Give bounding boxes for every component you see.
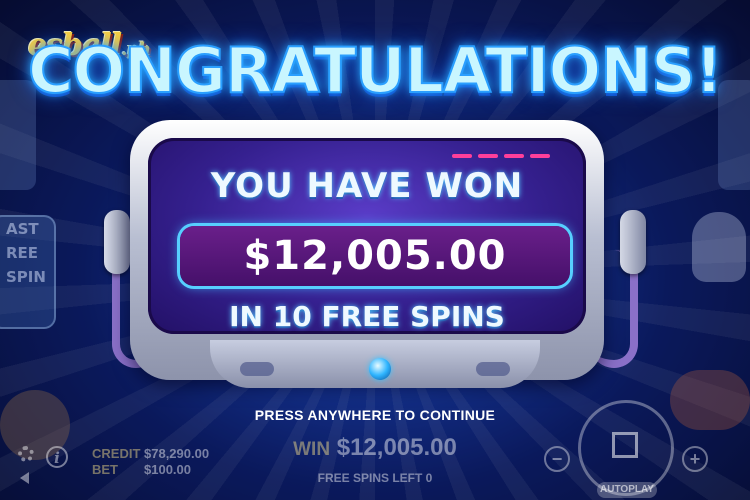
screen-deco xyxy=(504,154,524,158)
congratulations-title: CONGRATULATIONS! xyxy=(27,33,724,108)
fs-line-1: AST xyxy=(6,220,39,238)
fs-line-2: REE xyxy=(6,244,39,262)
chin-vent xyxy=(240,362,274,376)
right-ear xyxy=(620,210,646,274)
win-label: WIN xyxy=(293,439,331,460)
left-ear xyxy=(104,210,130,274)
bg-astronaut xyxy=(692,212,746,282)
bet-plus-button[interactable]: + xyxy=(682,446,708,472)
stop-icon[interactable] xyxy=(612,432,638,458)
screen-deco xyxy=(530,154,550,158)
chin-vent xyxy=(476,362,510,376)
autoplay-button[interactable]: AUTOPLAY xyxy=(597,482,657,498)
screen-deco xyxy=(478,154,498,158)
bet-minus-button[interactable]: − xyxy=(544,446,570,472)
win-amount: $12,005.00 xyxy=(243,233,507,279)
fs-line-3: SPIN xyxy=(6,268,46,286)
screen-deco xyxy=(452,154,472,158)
win-value: $12,005.00 xyxy=(336,434,457,461)
bg-free-spin-panel: AST REE SPIN xyxy=(0,215,56,329)
you-have-won-label: YOU HAVE WON xyxy=(210,166,524,206)
free-spins-count: IN 10 FREE SPINS xyxy=(229,300,505,333)
chin-light-icon xyxy=(369,358,391,380)
